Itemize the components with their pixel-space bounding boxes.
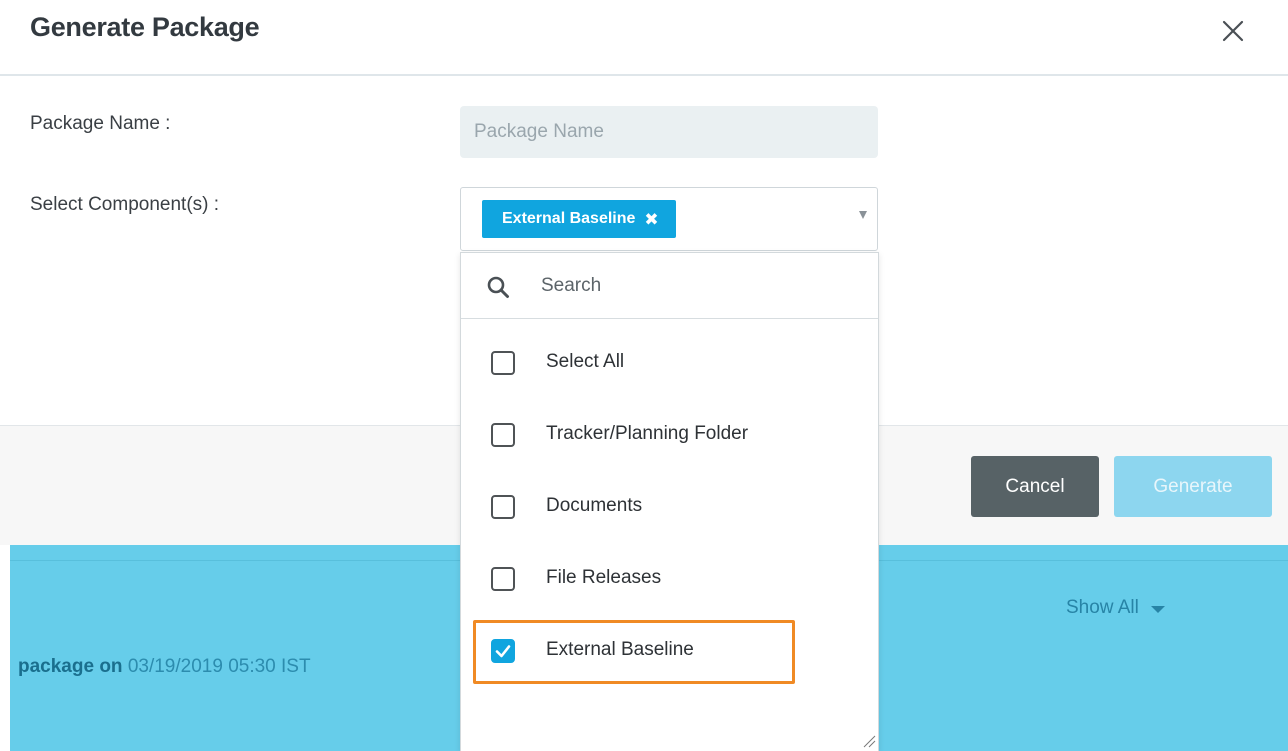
checkbox-icon[interactable] <box>491 351 515 375</box>
dropdown-search <box>461 253 878 319</box>
option-file-releases[interactable]: File Releases <box>461 548 878 610</box>
selected-tag-external-baseline: External Baseline ✖ <box>482 200 676 238</box>
option-tracker-planning-folder[interactable]: Tracker/Planning Folder <box>461 404 878 466</box>
component-multiselect[interactable]: External Baseline ✖ <box>460 187 878 251</box>
option-documents[interactable]: Documents <box>461 476 878 538</box>
show-all-label: Show All <box>1066 597 1139 618</box>
selected-tag-label: External Baseline <box>502 210 636 227</box>
history-prefix: package on <box>18 656 123 677</box>
checkbox-icon[interactable] <box>491 423 515 447</box>
option-label: Documents <box>546 495 643 516</box>
search-icon <box>487 276 509 298</box>
option-label: External Baseline <box>546 639 694 660</box>
generate-button[interactable]: Generate <box>1114 456 1272 517</box>
remove-tag-icon[interactable]: ✖ <box>644 211 658 228</box>
package-history-entry: package on 03/19/2019 05:30 IST <box>18 656 311 678</box>
package-name-label: Package Name : <box>30 113 171 134</box>
show-all-toggle[interactable]: Show All <box>1066 597 1165 619</box>
option-label: Select All <box>546 351 625 372</box>
dropdown-caret-icon[interactable] <box>859 211 867 219</box>
option-label: File Releases <box>546 567 662 588</box>
component-dropdown: Select All Tracker/Planning Folder Docum… <box>460 252 879 751</box>
select-components-label: Select Component(s) : <box>30 194 220 215</box>
caret-down-icon <box>1150 605 1165 613</box>
option-label: Tracker/Planning Folder <box>546 423 749 444</box>
history-timestamp: 03/19/2019 05:30 IST <box>127 656 311 677</box>
checkbox-icon[interactable] <box>491 495 515 519</box>
package-name-input[interactable] <box>460 106 878 158</box>
checkbox-checked-icon[interactable] <box>491 639 515 663</box>
option-external-baseline[interactable]: External Baseline <box>461 620 878 682</box>
close-icon[interactable] <box>1218 16 1248 46</box>
search-input[interactable] <box>539 266 859 306</box>
resize-grip-icon[interactable] <box>862 734 876 748</box>
option-select-all[interactable]: Select All <box>461 332 878 394</box>
checkbox-icon[interactable] <box>491 567 515 591</box>
modal-title: Generate Package <box>30 12 260 42</box>
cancel-button[interactable]: Cancel <box>971 456 1099 517</box>
modal-header: Generate Package <box>0 0 1288 76</box>
generate-package-page: package on 03/19/2019 05:30 IST Show All… <box>0 0 1288 751</box>
